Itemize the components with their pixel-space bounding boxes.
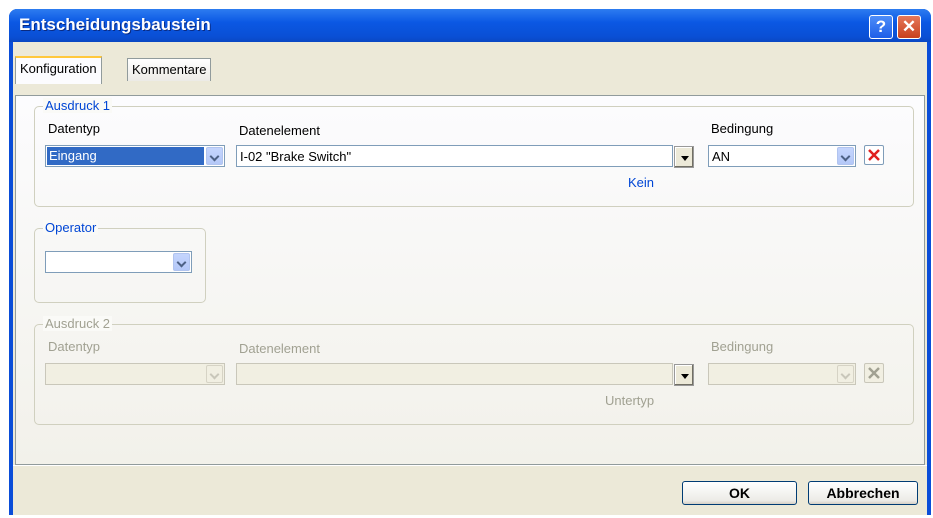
expression-2-legend: Ausdruck 2 [43, 316, 113, 331]
datatype-value: Eingang [47, 147, 204, 165]
chevron-down-icon[interactable] [837, 147, 854, 165]
group-expression-2: Ausdruck 2 Datentyp Datenelement Unterty… [34, 316, 914, 425]
operator-select[interactable] [45, 251, 192, 273]
operator-legend: Operator [43, 220, 99, 235]
chevron-down-icon[interactable] [837, 365, 854, 383]
tab-konfiguration[interactable]: Konfiguration [15, 56, 102, 84]
condition-label: Bedingung [711, 121, 774, 136]
footer-divider [13, 465, 927, 466]
datatype-label: Datentyp [48, 121, 101, 136]
cancel-button[interactable]: Abbrechen [808, 481, 918, 505]
dialog-client: Konfiguration Kommentare Ausdruck 1 Date… [13, 42, 927, 515]
datatype-select[interactable]: Eingang [45, 145, 225, 167]
delete-expression-2-button[interactable] [864, 363, 884, 383]
group-operator: Operator [34, 220, 206, 303]
close-button[interactable]: ✕ [897, 15, 921, 39]
subtype-link[interactable]: Kein [628, 175, 654, 190]
subtype-label-2: Untertyp [605, 393, 655, 408]
group-expression-1: Ausdruck 1 Datentyp Eingang Datenelement… [34, 98, 914, 207]
condition-label-2: Bedingung [711, 339, 774, 354]
help-button[interactable]: ? [869, 15, 893, 39]
condition-select[interactable]: AN [708, 145, 856, 167]
ok-button[interactable]: OK [682, 481, 797, 505]
delete-icon [868, 367, 880, 379]
datatype-label-2: Datentyp [48, 339, 101, 354]
datatype-select-2[interactable] [45, 363, 225, 385]
chevron-down-icon[interactable] [206, 365, 223, 383]
delete-expression-button[interactable] [864, 145, 884, 165]
element-label: Datenelement [239, 123, 320, 138]
condition-value: AN [712, 149, 731, 164]
title-bar[interactable]: Entscheidungsbaustein ? ✕ [9, 9, 931, 42]
element-label-2: Datenelement [239, 341, 320, 356]
delete-icon [868, 149, 880, 161]
element-value: I-02 "Brake Switch" [240, 149, 352, 164]
expression-1-legend: Ausdruck 1 [43, 98, 113, 113]
dropdown-arrow-icon[interactable] [674, 364, 694, 386]
chevron-down-icon[interactable] [173, 253, 190, 271]
condition-select-2[interactable] [708, 363, 856, 385]
tab-kommentare[interactable]: Kommentare [127, 58, 212, 81]
tab-page-konfiguration: Ausdruck 1 Datentyp Eingang Datenelement… [15, 95, 925, 465]
element-select-2[interactable] [236, 363, 694, 386]
element-select[interactable]: I-02 "Brake Switch" [236, 145, 694, 168]
window-title: Entscheidungsbaustein [19, 15, 211, 34]
dropdown-arrow-icon[interactable] [674, 146, 694, 168]
dialog-window: Entscheidungsbaustein ? ✕ Konfiguration … [9, 9, 931, 515]
chevron-down-icon[interactable] [206, 147, 223, 165]
